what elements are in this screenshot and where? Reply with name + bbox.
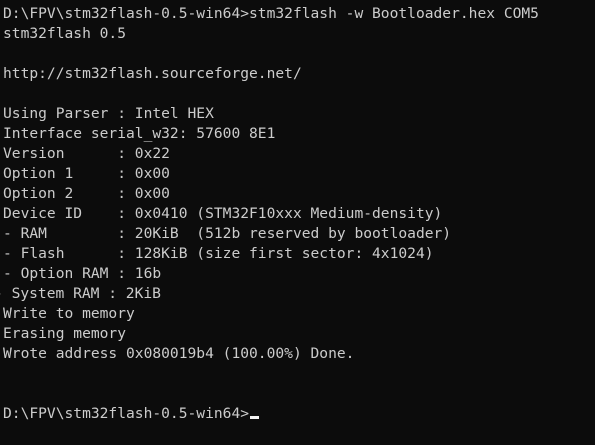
- output-line-blank: [0, 44, 595, 64]
- output-line-blank: [0, 84, 595, 104]
- output-line-done: Wrote address 0x080019b4 (100.00%) Done.: [3, 345, 355, 362]
- output-line-device-id: Device ID : 0x0410 (STM32F10xxx Medium-d…: [3, 205, 443, 222]
- final-prompt-text: D:\FPV\stm32flash-0.5-win64>: [3, 405, 250, 422]
- output-line-blank: [0, 384, 595, 404]
- output-line-version: stm32flash 0.5: [3, 25, 127, 42]
- output-line-option-1: Option 1 : 0x00: [3, 165, 170, 182]
- console-window[interactable]: D:\FPV\stm32flash-0.5-win64>stm32flash -…: [0, 0, 595, 445]
- output-line-write: Write to memory: [3, 305, 135, 322]
- output-line-interface: Interface serial_w32: 57600 8E1: [3, 125, 276, 142]
- output-line-url: http://stm32flash.sourceforge.net/: [3, 65, 302, 82]
- output-line-parser: Using Parser : Intel HEX: [3, 105, 214, 122]
- output-line-ram: - RAM : 20KiB (512b reserved by bootload…: [3, 225, 452, 242]
- output-line-erase: Erasing memory: [3, 325, 127, 342]
- output-line-blank: [0, 364, 595, 384]
- prompt-text: D:\FPV\stm32flash-0.5-win64>: [3, 5, 250, 22]
- output-line-option-2: Option 2 : 0x00: [3, 185, 170, 202]
- output-line-system-ram: - System RAM : 2KiB: [0, 285, 161, 302]
- output-line-flash: - Flash : 128KiB (size first sector: 4x1…: [3, 245, 434, 262]
- text-cursor: [250, 416, 260, 419]
- command-text: stm32flash -w Bootloader.hex COM5: [249, 5, 539, 22]
- command-line: D:\FPV\stm32flash-0.5-win64>stm32flash -…: [0, 4, 595, 24]
- final-prompt-line[interactable]: D:\FPV\stm32flash-0.5-win64>: [0, 404, 595, 424]
- output-line-option-ram: - Option RAM : 16b: [3, 265, 162, 282]
- output-line-bootloader-version: Version : 0x22: [3, 145, 170, 162]
